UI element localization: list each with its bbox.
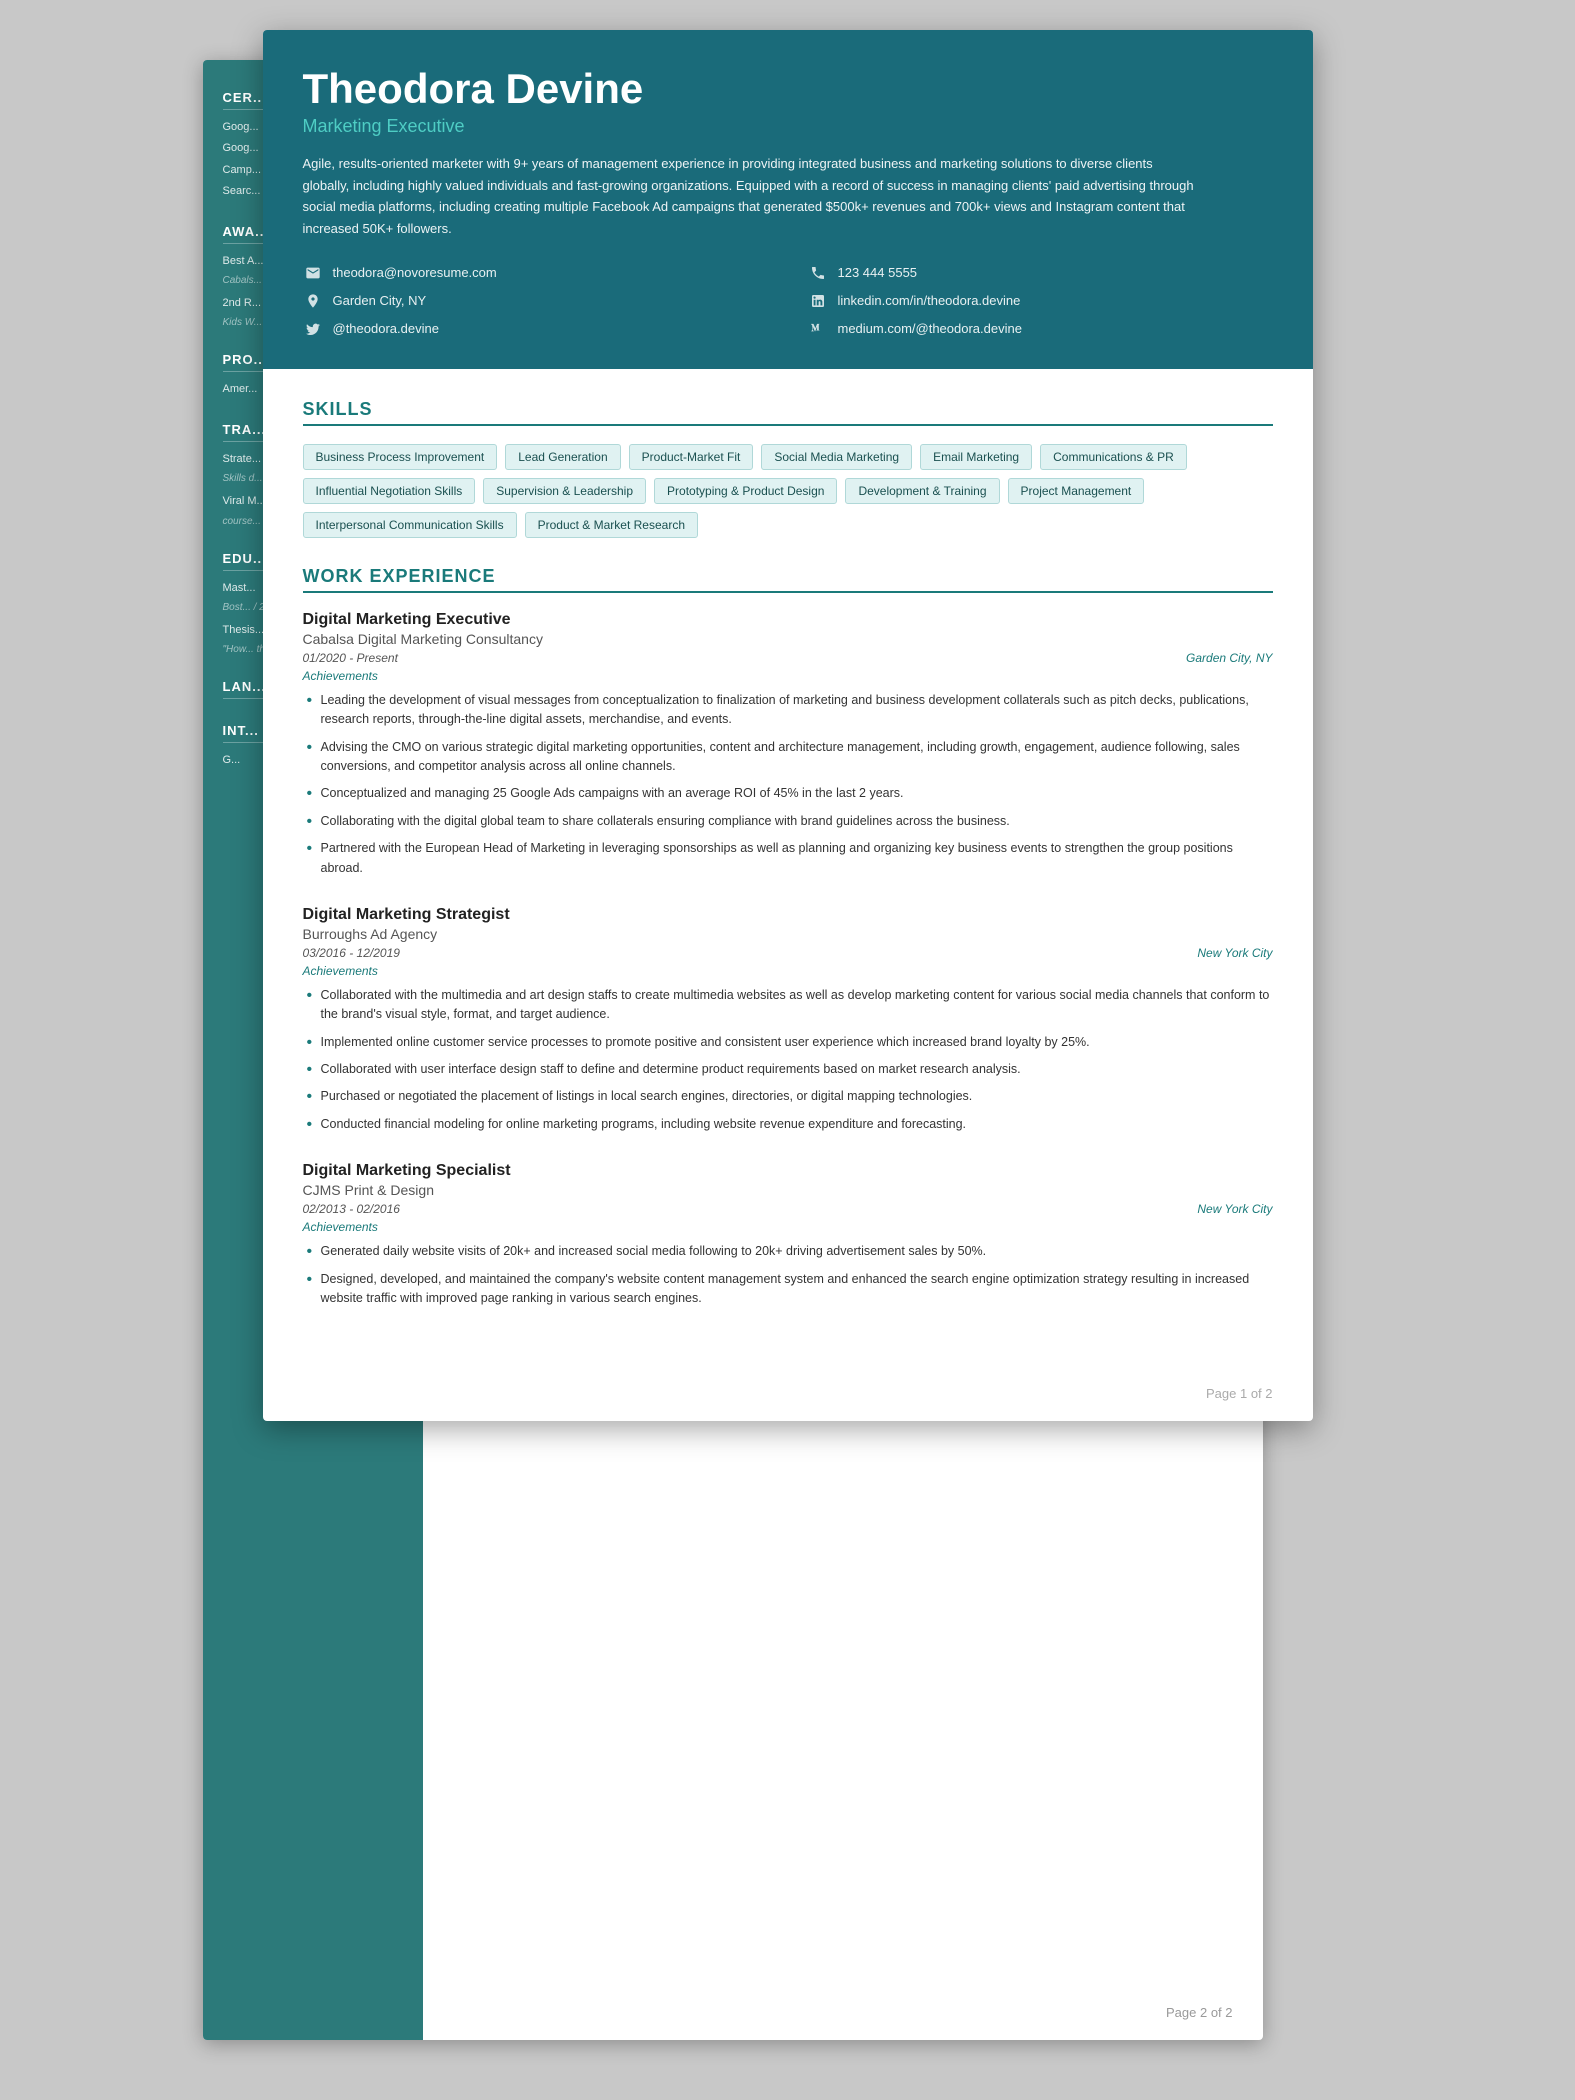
- job-location: New York City: [1197, 946, 1272, 960]
- job-meta: 01/2020 - Present Garden City, NY: [303, 651, 1273, 665]
- skill-tag: Email Marketing: [920, 444, 1032, 470]
- skill-tag: Social Media Marketing: [761, 444, 912, 470]
- phone-icon: [808, 263, 828, 283]
- candidate-title: Marketing Executive: [303, 116, 1273, 137]
- job-dates: 02/2013 - 02/2016: [303, 1202, 400, 1216]
- contact-medium: medium.com/@theodora.devine: [808, 319, 1273, 339]
- linkedin-value: linkedin.com/in/theodora.devine: [838, 293, 1021, 308]
- job-dates: 03/2016 - 12/2019: [303, 946, 400, 960]
- achievement-item: Collaborating with the digital global te…: [303, 812, 1273, 831]
- contact-email: theodora@novoresume.com: [303, 263, 768, 283]
- skill-tag: Supervision & Leadership: [483, 478, 646, 504]
- work-section-title: WORK EXPERIENCE: [303, 566, 1273, 593]
- achievement-item: Leading the development of visual messag…: [303, 691, 1273, 730]
- job-location: Garden City, NY: [1186, 651, 1272, 665]
- achievement-item: Conceptualized and managing 25 Google Ad…: [303, 784, 1273, 803]
- page-1-main: Theodora Devine Marketing Executive Agil…: [263, 30, 1313, 1421]
- phone-value: 123 444 5555: [838, 265, 918, 280]
- job-meta: 02/2013 - 02/2016 New York City: [303, 1202, 1273, 1216]
- page-2-footer: Page 2 of 2: [1166, 2005, 1233, 2020]
- job-company: Burroughs Ad Agency: [303, 926, 1273, 942]
- achievements-list: Generated daily website visits of 20k+ a…: [303, 1242, 1273, 1308]
- medium-icon: [808, 319, 828, 339]
- contact-grid: theodora@novoresume.com 123 444 5555 Gar…: [303, 263, 1273, 339]
- candidate-name: Theodora Devine: [303, 66, 1273, 112]
- achievements-label: Achievements: [303, 964, 1273, 978]
- skills-tags-container: Business Process Improvement Lead Generat…: [303, 444, 1273, 538]
- job-block: Digital Marketing Executive Cabalsa Digit…: [303, 611, 1273, 878]
- skill-tag: Communications & PR: [1040, 444, 1187, 470]
- email-value: theodora@novoresume.com: [333, 265, 497, 280]
- contact-phone: 123 444 5555: [808, 263, 1273, 283]
- contact-location: Garden City, NY: [303, 291, 768, 311]
- achievement-item: Implemented online customer service proc…: [303, 1033, 1273, 1052]
- achievement-item: Purchased or negotiated the placement of…: [303, 1087, 1273, 1106]
- skill-tag: Business Process Improvement: [303, 444, 498, 470]
- skill-tag: Prototyping & Product Design: [654, 478, 837, 504]
- skill-tag: Influential Negotiation Skills: [303, 478, 476, 504]
- job-title: Digital Marketing Specialist: [303, 1162, 1273, 1180]
- skills-section-title: SKILLS: [303, 399, 1273, 426]
- skill-tag: Project Management: [1008, 478, 1145, 504]
- achievement-item: Partnered with the European Head of Mark…: [303, 839, 1273, 878]
- skill-tag: Lead Generation: [505, 444, 620, 470]
- achievement-item: Advising the CMO on various strategic di…: [303, 738, 1273, 777]
- skill-tag: Product-Market Fit: [629, 444, 754, 470]
- job-block: Digital Marketing Strategist Burroughs Ad…: [303, 906, 1273, 1134]
- achievement-item: Conducted financial modeling for online …: [303, 1115, 1273, 1134]
- skills-section: SKILLS Business Process Improvement Lead …: [303, 399, 1273, 538]
- page-1-footer: Page 1 of 2: [263, 1366, 1313, 1421]
- achievement-item: Designed, developed, and maintained the …: [303, 1270, 1273, 1309]
- resume-header: Theodora Devine Marketing Executive Agil…: [263, 30, 1313, 369]
- job-meta: 03/2016 - 12/2019 New York City: [303, 946, 1273, 960]
- resume-body: SKILLS Business Process Improvement Lead …: [263, 369, 1313, 1366]
- achievements-list: Leading the development of visual messag…: [303, 691, 1273, 878]
- medium-value: medium.com/@theodora.devine: [838, 321, 1022, 336]
- resume-summary: Agile, results-oriented marketer with 9+…: [303, 153, 1203, 239]
- achievements-label: Achievements: [303, 1220, 1273, 1234]
- contact-linkedin: linkedin.com/in/theodora.devine: [808, 291, 1273, 311]
- job-title: Digital Marketing Executive: [303, 611, 1273, 629]
- job-location: New York City: [1197, 1202, 1272, 1216]
- work-experience-section: WORK EXPERIENCE Digital Marketing Execut…: [303, 566, 1273, 1308]
- twitter-icon: [303, 319, 323, 339]
- achievement-item: Collaborated with the multimedia and art…: [303, 986, 1273, 1025]
- achievements-label: Achievements: [303, 669, 1273, 683]
- email-icon: [303, 263, 323, 283]
- page-stack: CER... Goog... Goog... Camp... Searc... …: [263, 30, 1313, 1421]
- job-company: CJMS Print & Design: [303, 1182, 1273, 1198]
- contact-twitter: @theodora.devine: [303, 319, 768, 339]
- skill-tag: Development & Training: [845, 478, 999, 504]
- job-company: Cabalsa Digital Marketing Consultancy: [303, 631, 1273, 647]
- job-dates: 01/2020 - Present: [303, 651, 398, 665]
- skill-tag: Interpersonal Communication Skills: [303, 512, 517, 538]
- skill-tag: Product & Market Research: [525, 512, 698, 538]
- location-icon: [303, 291, 323, 311]
- location-value: Garden City, NY: [333, 293, 427, 308]
- job-title: Digital Marketing Strategist: [303, 906, 1273, 924]
- linkedin-icon: [808, 291, 828, 311]
- achievement-item: Generated daily website visits of 20k+ a…: [303, 1242, 1273, 1261]
- job-block: Digital Marketing Specialist CJMS Print &…: [303, 1162, 1273, 1308]
- achievement-item: Collaborated with user interface design …: [303, 1060, 1273, 1079]
- achievements-list: Collaborated with the multimedia and art…: [303, 986, 1273, 1134]
- twitter-value: @theodora.devine: [333, 321, 439, 336]
- jobs-container: Digital Marketing Executive Cabalsa Digit…: [303, 611, 1273, 1308]
